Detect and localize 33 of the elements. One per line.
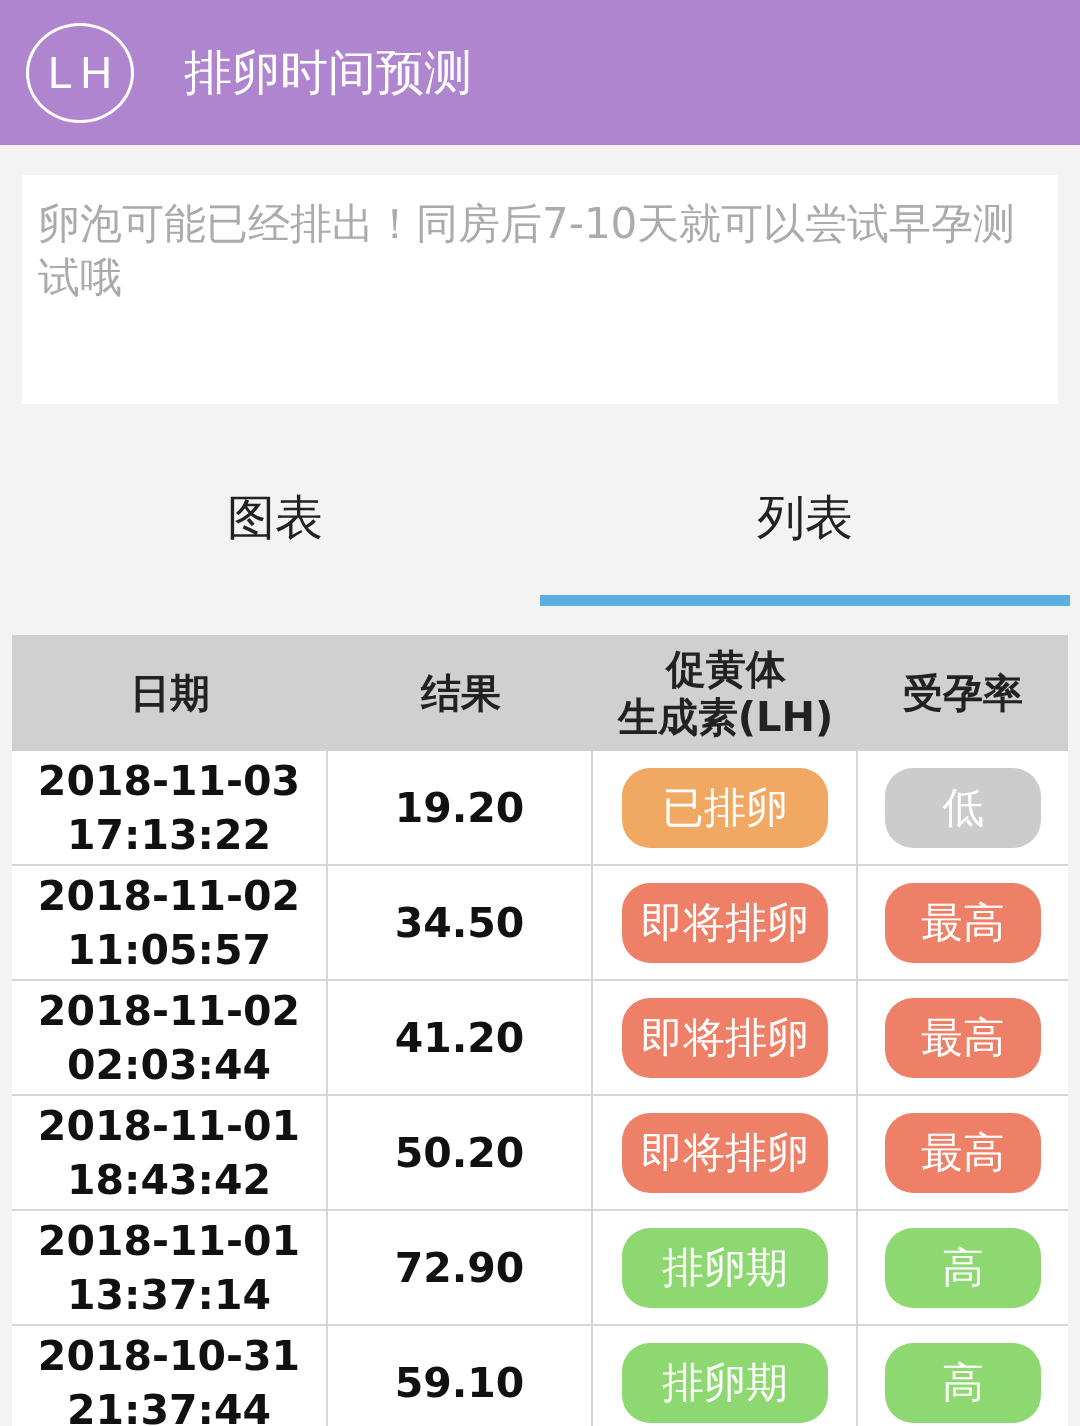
rate-badge: 高 [885, 1342, 1041, 1423]
date-time-text: 2018-11-02 11:05:57 [37, 870, 301, 976]
column-header: 受孕率 [903, 669, 1023, 717]
status-badge: 排卵期 [621, 1342, 828, 1423]
date-time-text: 2018-11-03 17:13:22 [37, 755, 301, 861]
date-time-text: 2018-11-02 02:03:44 [37, 985, 301, 1091]
result-value: 34.50 [394, 898, 525, 947]
date-time-text: 2018-11-01 18:43:42 [37, 1100, 301, 1206]
result-value: 19.20 [394, 783, 525, 832]
result-value: 72.90 [394, 1243, 525, 1292]
result-value: 59.10 [394, 1358, 525, 1407]
column-header: 结果 [420, 669, 501, 717]
status-badge: 即将排卵 [621, 1112, 828, 1193]
date-time-text: 2018-10-31 21:37:44 [37, 1330, 301, 1426]
rate-badge: 最高 [885, 997, 1041, 1078]
status-badge: 排卵期 [621, 1227, 828, 1308]
rate-badge: 最高 [885, 882, 1041, 963]
date-time-text: 2018-11-01 13:37:14 [37, 1215, 301, 1321]
rate-badge: 最高 [885, 1112, 1041, 1193]
column-header: 促黄体 [665, 645, 786, 693]
tab[interactable]: 列表 [540, 440, 1070, 606]
page-title: 排卵时间预测 [184, 42, 472, 102]
logo: LH [26, 22, 134, 123]
column-header: 日期 [130, 669, 210, 717]
column-header: 生成素(LH) [617, 693, 834, 741]
rate-badge: 高 [885, 1227, 1041, 1308]
result-value: 41.20 [394, 1013, 525, 1062]
status-badge: 即将排卵 [621, 882, 828, 963]
tab[interactable]: 图表 [10, 440, 540, 606]
status-badge: 即将排卵 [621, 997, 828, 1078]
status-badge: 已排卵 [621, 767, 828, 848]
message-field[interactable]: 卵泡可能已经排出！同房后7-10天就可以尝试早孕测试哦 [22, 175, 1058, 404]
result-value: 50.20 [394, 1128, 525, 1177]
